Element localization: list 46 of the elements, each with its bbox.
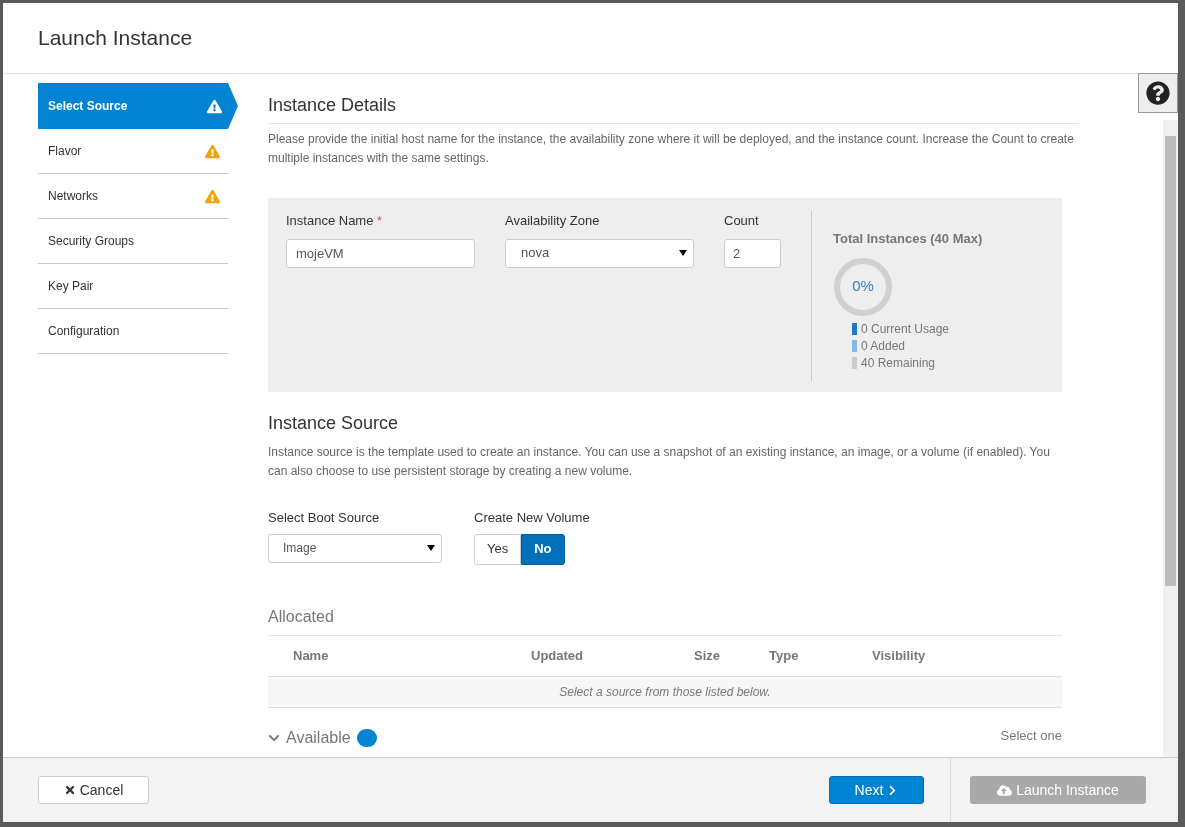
help-button[interactable] [1138, 73, 1178, 113]
dialog-title: Launch Instance [38, 25, 193, 52]
wizard-step[interactable]: Key Pair [38, 264, 228, 309]
select-hint: Select one [1000, 726, 1062, 745]
cloud-upload-icon [997, 782, 1013, 798]
column-header: Type [769, 646, 800, 665]
column-header: Visibility [872, 646, 927, 665]
dropdown-arrow-icon [679, 250, 687, 256]
count-badge [356, 728, 377, 747]
wizard-step[interactable]: Security Groups [38, 219, 228, 264]
availability-zone-select[interactable]: nova [505, 238, 694, 268]
field-label: Instance Name * [286, 212, 384, 230]
available-label[interactable]: Available [286, 725, 351, 750]
section-heading: Instance Source [268, 412, 400, 435]
legend-text: 0 Added [861, 338, 906, 355]
section-description: Instance source is the template used to create an instance. You can use a snapshot of an existing instance, an image, or a volume (if enabled). You can also choose to use persistent storage by creating a new volume. [268, 444, 1051, 480]
scrollbar-thumb[interactable] [1165, 136, 1176, 586]
toggle-option[interactable]: No [521, 533, 565, 565]
cancel-button[interactable]: Cancel [38, 776, 149, 804]
close-icon [63, 784, 76, 796]
instance-name-field[interactable]: mojeVM [286, 238, 475, 268]
column-header: Size [694, 646, 721, 665]
section-description: Please provide the initial host name for the instance, the availability zone where it will be deployed, and the instance count. Increase the Count to create multiple instances with the same settings. [268, 131, 1075, 167]
field-label: Count [724, 212, 760, 230]
next-button[interactable]: Next [829, 776, 924, 804]
dropdown-arrow-icon [427, 545, 435, 551]
help-icon [1146, 81, 1170, 105]
wizard-step[interactable]: Networks [38, 174, 228, 219]
wizard-step[interactable]: Flavor [38, 129, 228, 174]
legend-text: 40 Remaining [861, 355, 936, 372]
empty-table-message: Select a source from those listed below. [559, 683, 771, 701]
count-field[interactable]: 2 [724, 238, 781, 268]
table-heading: Allocated [268, 604, 1062, 636]
field-label: Create New Volume [474, 509, 590, 527]
wizard-step[interactable]: Configuration [38, 309, 228, 354]
field-label: Availability Zone [505, 212, 601, 230]
wizard-step[interactable]: Select Source [38, 83, 238, 129]
boot-source-select[interactable]: Image [268, 533, 442, 563]
section-heading: Instance Details [268, 92, 1079, 124]
field-label: Select Boot Source [268, 509, 381, 527]
usage-percent: 0% [851, 276, 875, 297]
column-header: Name [293, 646, 330, 665]
legend-text: 0 Current Usage [861, 321, 950, 338]
toggle-option[interactable]: Yes [474, 533, 522, 565]
column-header: Updated [531, 646, 584, 665]
quota-title: Total Instances (40 Max) [833, 230, 983, 248]
